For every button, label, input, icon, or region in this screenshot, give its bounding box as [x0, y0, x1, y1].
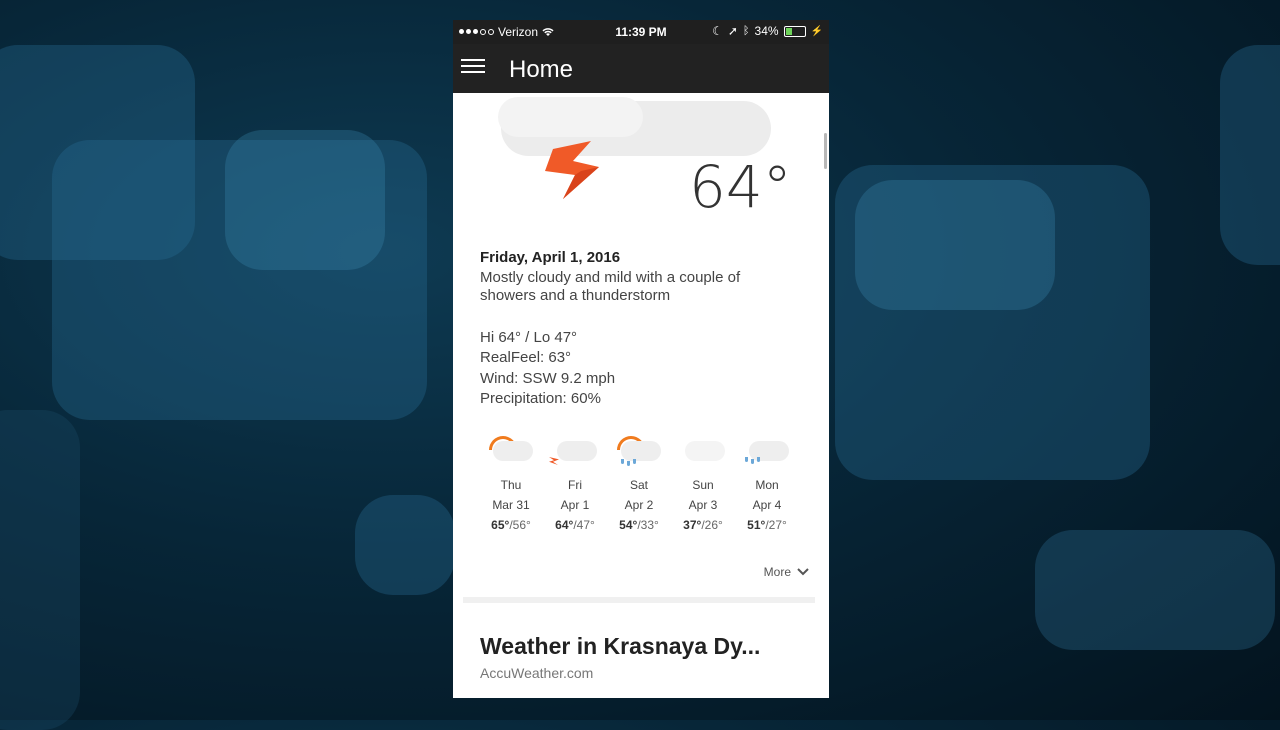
background-square: [355, 495, 455, 595]
forecast-hi: 64°: [555, 518, 574, 532]
forecast-hi-lo: 54°/33°: [607, 518, 671, 532]
more-label: More: [763, 565, 791, 579]
daily-forecast: Thu Mar 31 65°/56° Fri Apr 1 64°/47° Sat…: [475, 431, 815, 532]
forecast-hi: 54°: [619, 518, 638, 532]
current-temperature: 64°: [689, 153, 792, 221]
background-square: [0, 410, 80, 730]
scrollbar[interactable]: [824, 133, 827, 169]
forecast-hi: 65°: [491, 518, 510, 532]
forecast-lo: /56°: [509, 518, 531, 532]
forecast-day-date: Apr 4: [752, 498, 782, 512]
precipitation: Precipitation: 60%: [480, 390, 601, 407]
forecast-hi-lo: 65°/56°: [479, 518, 543, 532]
forecast-day-name: Fri: [568, 478, 582, 492]
location-arrow-icon: ➚: [727, 24, 738, 38]
news-card-source: AccuWeather.com: [480, 665, 594, 681]
forecast-day-date: Apr 1: [560, 498, 590, 512]
realfeel: RealFeel: 63°: [480, 349, 572, 366]
forecast-day-name: Sun: [692, 478, 714, 492]
background-square: [1035, 530, 1275, 650]
showers-icon: [735, 431, 799, 473]
page-title: Home: [509, 56, 574, 83]
status-bar: Verizon 11:39 PM ☾ ➚ ᛒ 34% ⚡: [453, 20, 829, 44]
sun-showers-icon: [607, 431, 671, 473]
forecast-day[interactable]: Fri Apr 1 64°/47°: [543, 431, 607, 532]
phone-screen: Verizon 11:39 PM ☾ ➚ ᛒ 34% ⚡ Home 64° Fr…: [453, 20, 829, 698]
partly-sunny-cloud-icon: [479, 431, 543, 473]
lightning-bolt-icon: [545, 141, 599, 199]
forecast-description: Mostly cloudy and mild with a couple of …: [480, 269, 741, 304]
app-bar: Home: [453, 44, 829, 93]
cloud-icon: [498, 97, 643, 137]
status-right: ☾ ➚ ᛒ 34% ⚡: [712, 24, 823, 38]
forecast-lo: /26°: [701, 518, 723, 532]
hi-lo-temperature: Hi 64° / Lo 47°: [480, 329, 578, 346]
bluetooth-icon: ᛒ: [742, 25, 750, 37]
chevron-down-icon: [797, 568, 809, 576]
wind: Wind: SSW 9.2 mph: [480, 370, 616, 387]
forecast-date: Friday, April 1, 2016: [480, 249, 621, 266]
background-square: [1220, 45, 1280, 265]
background-square: [855, 180, 1055, 310]
battery-percent: 34%: [754, 24, 779, 38]
forecast-day-date: Mar 31: [492, 498, 530, 512]
forecast-day[interactable]: Thu Mar 31 65°/56°: [479, 431, 543, 532]
divider: [463, 597, 815, 603]
moon-icon: ☾: [712, 24, 723, 38]
forecast-day-date: Apr 2: [624, 498, 654, 512]
forecast-day-name: Mon: [755, 478, 779, 492]
battery-icon: [783, 25, 806, 37]
background-square: [225, 130, 385, 270]
weather-card[interactable]: 64° Friday, April 1, 2016 Mostly cloudy …: [453, 93, 829, 698]
charging-icon: ⚡: [810, 25, 823, 37]
forecast-day-name: Sat: [629, 478, 648, 492]
thunderstorm-cloud-icon: [543, 431, 607, 473]
forecast-day[interactable]: Mon Apr 4 51°/27°: [735, 431, 799, 532]
forecast-hi-lo: 51°/27°: [735, 518, 799, 532]
news-card-title[interactable]: Weather in Krasnaya Dy...: [480, 633, 760, 660]
more-button[interactable]: More: [764, 565, 809, 579]
forecast-hi-lo: 37°/26°: [671, 518, 735, 532]
forecast-day-name: Thu: [500, 478, 522, 492]
forecast-lo: /47°: [573, 518, 595, 532]
forecast-lo: /33°: [637, 518, 659, 532]
forecast-lo: /27°: [765, 518, 787, 532]
forecast-day-date: Apr 3: [688, 498, 718, 512]
cloudy-icon: [671, 431, 735, 473]
forecast-day[interactable]: Sun Apr 3 37°/26°: [671, 431, 735, 532]
hamburger-menu-icon[interactable]: [461, 56, 485, 80]
forecast-hi-lo: 64°/47°: [543, 518, 607, 532]
forecast-hi: 51°: [747, 518, 766, 532]
forecast-day[interactable]: Sat Apr 2 54°/33°: [607, 431, 671, 532]
forecast-hi: 37°: [683, 518, 702, 532]
